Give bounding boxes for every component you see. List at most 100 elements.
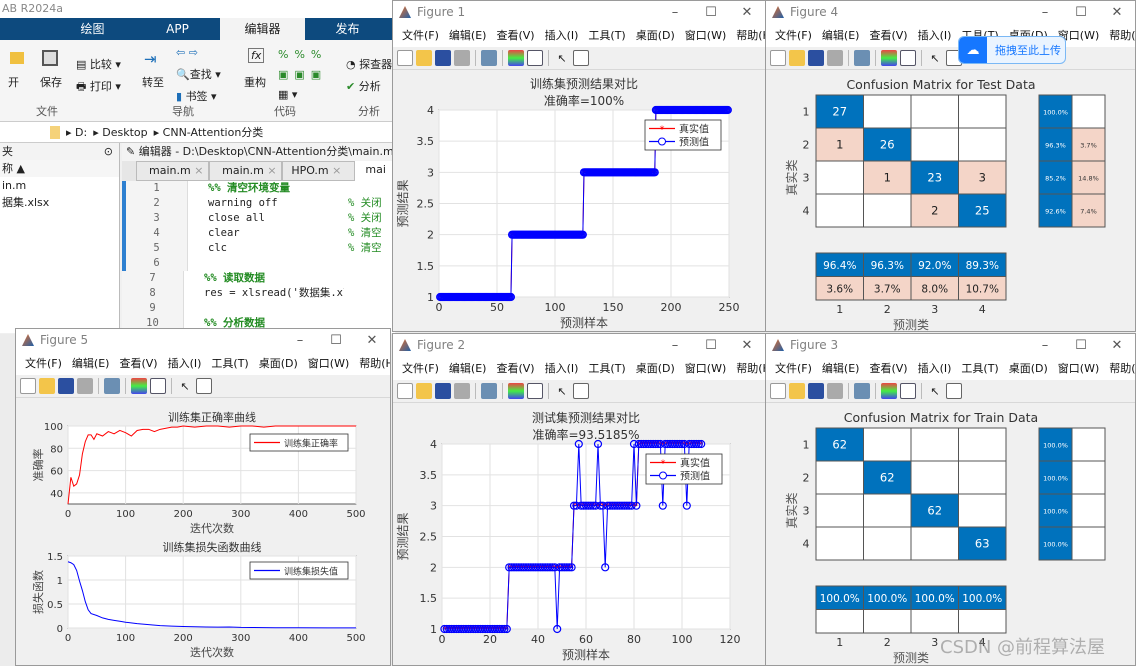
open-folder-icon[interactable] (789, 50, 805, 66)
legend[interactable]: * 真实值预测值 (645, 453, 723, 485)
path-segment[interactable]: ▸ CNN-Attention分类 (154, 124, 264, 140)
print-icon[interactable] (827, 383, 843, 399)
menu-item[interactable]: 插入(I) (540, 27, 584, 43)
colorbar-icon[interactable] (881, 50, 897, 66)
menu-item[interactable]: 桌面(D) (631, 360, 680, 376)
title-bar[interactable]: Figure 3 – ☐ ✕ (766, 334, 1135, 356)
insert-function-icon[interactable]: ▦ ▾ (278, 88, 297, 101)
menu-item[interactable]: 编辑(E) (444, 360, 492, 376)
editor-tab[interactable]: main.m × (136, 161, 210, 181)
profiler-button[interactable]: ◔ 探查器 (346, 56, 392, 72)
minimize-button[interactable]: – (282, 333, 318, 348)
new-file-icon[interactable] (397, 383, 413, 399)
pointer-icon[interactable]: ↖ (554, 383, 570, 399)
maximize-button[interactable]: ☐ (318, 333, 354, 348)
pointer-icon[interactable]: ↖ (927, 383, 943, 399)
code-line[interactable]: 4 clear % 清空 (126, 226, 395, 241)
open-folder-icon[interactable] (416, 383, 432, 399)
tab-editor[interactable]: 编辑器 (220, 18, 305, 40)
title-bar[interactable]: Figure 5 – ☐ ✕ (16, 329, 390, 351)
column-header-name[interactable]: 称 ▲ (0, 160, 119, 177)
upload-badge[interactable]: ☁ 拖拽至此上传 (958, 36, 1066, 64)
close-button[interactable]: ✕ (1099, 5, 1135, 20)
address-bar[interactable]: ▸ D: ▸ Desktop ▸ CNN-Attention分类 (0, 122, 396, 143)
path-segment[interactable]: ▸ Desktop (93, 126, 147, 139)
tab-publish[interactable]: 发布 (305, 18, 390, 40)
new-file-icon[interactable] (770, 383, 786, 399)
minimize-button[interactable]: – (1027, 5, 1063, 20)
menu-item[interactable]: 桌面(D) (1004, 360, 1053, 376)
property-editor-icon[interactable] (573, 383, 589, 399)
close-button[interactable]: ✕ (729, 338, 765, 353)
menu-item[interactable]: 查看(V) (491, 360, 539, 376)
menu-item[interactable]: 桌面(D) (631, 27, 680, 43)
menu-item[interactable]: 查看(V) (864, 27, 912, 43)
print-button[interactable]: 🖶 打印 ▾ (76, 78, 121, 97)
print-icon[interactable] (454, 50, 470, 66)
menu-item[interactable]: 工具(T) (583, 27, 630, 43)
minimize-button[interactable]: – (657, 5, 693, 20)
code-line[interactable]: 8 res = xlsread('数据集.xlsx'); (122, 286, 395, 301)
editor-tab[interactable]: main.m × (209, 161, 283, 181)
file-item[interactable]: 据集.xlsx (0, 194, 119, 211)
print-icon[interactable] (454, 383, 470, 399)
open-folder-icon[interactable] (39, 378, 55, 394)
link-plot-icon[interactable] (104, 378, 120, 394)
menu-item[interactable]: 帮助(H) (354, 355, 390, 371)
code-line[interactable]: 1 %% 清空环境变量 (126, 181, 395, 196)
open-folder-icon[interactable] (789, 383, 805, 399)
property-editor-icon[interactable] (196, 378, 212, 394)
open-button[interactable]: 开 (8, 74, 19, 90)
back-forward-icons[interactable]: ⇦ ⇨ (176, 46, 198, 59)
code-line[interactable]: 5 clc % 清空 (126, 241, 395, 256)
legend-icon[interactable] (900, 383, 916, 399)
link-plot-icon[interactable] (481, 383, 497, 399)
menu-item[interactable]: 文件(F) (770, 27, 817, 43)
save-icon[interactable] (435, 50, 451, 66)
menu-item[interactable]: 工具(T) (206, 355, 253, 371)
menu-item[interactable]: 帮助(H) (1104, 27, 1135, 43)
code-line[interactable]: 2 warning off % 关闭 (126, 196, 395, 211)
colorbar-icon[interactable] (881, 383, 897, 399)
menu-item[interactable]: 窗口(W) (1053, 360, 1104, 376)
path-segment[interactable]: ▸ D: (66, 126, 87, 139)
code-line[interactable]: 9 (122, 301, 395, 316)
menu-item[interactable]: 帮助(H) (731, 27, 765, 43)
menu-item[interactable]: 帮助(H) (731, 360, 765, 376)
pointer-icon[interactable]: ↖ (927, 50, 943, 66)
link-plot-icon[interactable] (854, 383, 870, 399)
close-icon[interactable]: × (267, 164, 276, 177)
menu-item[interactable]: 查看(V) (491, 27, 539, 43)
title-bar[interactable]: Figure 1 – ☐ ✕ (393, 1, 765, 23)
maximize-button[interactable]: ☐ (693, 5, 729, 20)
tab-apps[interactable]: APP (135, 18, 220, 40)
legend-icon[interactable] (150, 378, 166, 394)
close-icon[interactable]: × (194, 164, 203, 177)
menu-item[interactable]: 桌面(D) (254, 355, 303, 371)
colorbar-icon[interactable] (508, 50, 524, 66)
menu-item[interactable]: 工具(T) (583, 360, 630, 376)
legend[interactable]: * 真实值预测值 (644, 119, 722, 151)
minimize-button[interactable]: – (1027, 338, 1063, 353)
save-icon[interactable] (808, 383, 824, 399)
menu-item[interactable]: 帮助(H) (1104, 360, 1135, 376)
menu-item[interactable]: 插入(I) (163, 355, 207, 371)
property-editor-icon[interactable] (946, 383, 962, 399)
menu-item[interactable]: 编辑(E) (444, 27, 492, 43)
close-icon[interactable]: × (332, 164, 341, 177)
bookmark-button[interactable]: ▮ 书签 ▾ (176, 88, 217, 104)
title-bar[interactable]: Figure 2 – ☐ ✕ (393, 334, 765, 356)
analyze-button[interactable]: ✔ 分析 (346, 78, 381, 94)
menu-item[interactable]: 编辑(E) (817, 360, 865, 376)
open-folder-icon[interactable] (416, 50, 432, 66)
new-file-icon[interactable] (397, 50, 413, 66)
save-button[interactable]: 保存 (40, 74, 62, 90)
legend-icon[interactable] (527, 383, 543, 399)
save-icon[interactable] (435, 383, 451, 399)
save-icon[interactable] (58, 378, 74, 394)
legend[interactable]: 训练集正确率 (249, 433, 349, 452)
editor-tab-active[interactable]: mai (355, 161, 395, 181)
menu-item[interactable]: 查看(V) (864, 360, 912, 376)
menu-item[interactable]: 窗口(W) (680, 27, 731, 43)
menu-item[interactable]: 文件(F) (770, 360, 817, 376)
